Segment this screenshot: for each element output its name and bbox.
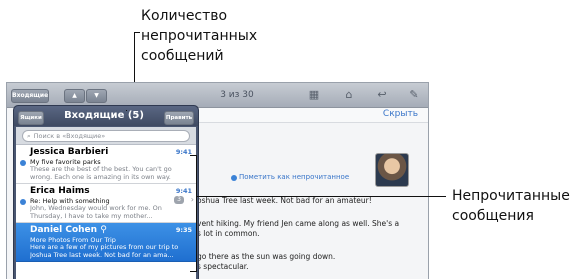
message-time: 9:41 (175, 187, 192, 195)
next-message-button[interactable]: ▼ (86, 89, 107, 103)
bracket-vertical (196, 155, 197, 272)
inbox-popover: Ящики Входящие (5) Править ⌕ Поиск в «Вхо… (13, 105, 199, 279)
mailboxes-button[interactable]: Ящики (18, 111, 44, 125)
thread-count-badge: 3 (174, 196, 184, 204)
message-sender: Daniel Cohen ⚲ (30, 225, 107, 235)
unread-dot-icon (20, 160, 26, 166)
popover-title: Входящие (5) (64, 110, 144, 121)
sender-avatar (375, 153, 409, 187)
message-header-bar: Скрыть (197, 108, 428, 123)
inbox-button[interactable]: Входящие (11, 89, 49, 103)
folder-move-icon[interactable]: ▦ (307, 88, 321, 102)
search-icon: ⌕ (27, 132, 31, 140)
message-body-line: oshua Tree last week. Not bad for an ama… (197, 196, 372, 205)
message-row[interactable]: Erica Haims 9:41 Re: Help with something… (16, 184, 196, 223)
up-arrow-icon: ▲ (72, 92, 77, 99)
message-row[interactable]: Jessica Barbieri 9:41 My five favorite p… (16, 145, 196, 184)
message-sender: Jessica Barbieri (30, 147, 109, 157)
search-placeholder: Поиск в «Входящие» (33, 132, 106, 140)
bracket-pointer (196, 196, 446, 197)
message-preview: John, Wednesday would work for me. On Th… (30, 205, 162, 220)
previous-message-button[interactable]: ▲ (64, 89, 85, 103)
attachment-icon: ⚲ (100, 225, 107, 235)
popover-header: Ящики Входящие (5) Править (14, 106, 198, 126)
callout-unread-messages: Непрочитанные сообщения (452, 186, 570, 226)
bracket-top (190, 155, 197, 156)
message-subject: Re: Help with something (30, 197, 110, 205)
message-sender: Erica Haims (30, 186, 90, 196)
callout-unread-count: Количество непрочитанных сообщений (141, 6, 257, 66)
callout-line-2: непрочитанных (141, 28, 258, 44)
unread-dot-icon (231, 175, 237, 181)
bracket-bottom (190, 271, 197, 272)
callout-line-1: Непрочитанные (452, 188, 570, 204)
message-body-line: go there as the sun was going down. (197, 252, 336, 261)
message-subject: More Photos From Our Trip (30, 236, 116, 244)
message-subject: My five favorite parks (30, 158, 101, 166)
message-body-line: vent hiking. My friend Jen came along as… (197, 219, 400, 228)
message-row-selected[interactable]: Daniel Cohen ⚲ 9:35 More Photos From Our… (16, 223, 196, 262)
message-time: 9:35 (175, 226, 192, 234)
search-bar: ⌕ Поиск в «Входящие» (16, 127, 196, 145)
reply-icon[interactable]: ↩ (375, 88, 389, 102)
message-counter: 3 из 30 (220, 90, 254, 100)
edit-button[interactable]: Править (164, 111, 194, 125)
down-arrow-icon: ▼ (94, 92, 99, 99)
mark-unread-link[interactable]: Пометить как непрочитанное (239, 173, 349, 181)
callout-leader-tick (134, 32, 140, 33)
message-preview: These are the best of the best. You can'… (30, 166, 172, 181)
message-body-line: s spectacular. (197, 262, 249, 271)
trash-icon[interactable]: ⌂ (342, 88, 356, 102)
callout-line-3: сообщений (141, 48, 224, 64)
unread-dot-icon (20, 199, 26, 205)
callout-leader-diagonal (126, 110, 127, 111)
chevron-right-icon: › (190, 195, 194, 204)
message-list: ⌕ Поиск в «Входящие» Jessica Barbieri 9:4… (16, 127, 196, 279)
message-body-line: s lot in common. (197, 229, 260, 238)
hide-link[interactable]: Скрыть (383, 109, 418, 119)
message-preview: Here are a few of my pictures from our t… (30, 244, 179, 259)
callout-line-1: Количество (141, 8, 228, 24)
search-input[interactable]: ⌕ Поиск в «Входящие» (22, 130, 190, 142)
callout-line-2: сообщения (452, 208, 534, 224)
compose-icon[interactable]: ✎ (407, 88, 421, 102)
sender-name: Daniel Cohen (30, 225, 98, 235)
mail-screen: Входящие ▲ ▼ 3 из 30 ▦ ⌂ ↩ ✎ Скрыть Поме… (6, 82, 429, 279)
